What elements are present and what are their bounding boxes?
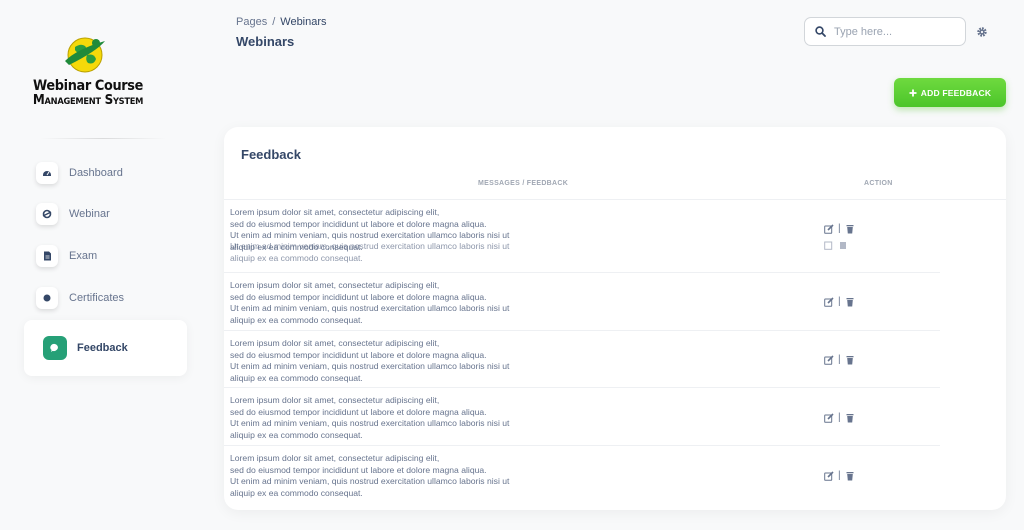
ghost-actions (824, 240, 848, 250)
globe-logo-icon (65, 37, 105, 73)
feedback-card: Feedback MESSAGES / FEEDBACK ACTION Lore… (224, 127, 1006, 510)
sidebar: Webinar Course Management System Dashboa… (0, 0, 210, 530)
row-actions: | (824, 413, 855, 423)
sidebar-item-exam[interactable]: Exam (24, 236, 187, 276)
edit-icon[interactable] (824, 297, 834, 307)
dashboard-icon (36, 162, 58, 184)
action-separator: | (838, 296, 841, 307)
action-separator: | (838, 412, 841, 423)
sidebar-item-label: Feedback (77, 342, 128, 354)
sidebar-item-label: Exam (69, 250, 98, 262)
sidebar-item-dashboard[interactable]: Dashboard (24, 153, 187, 193)
gear-icon (977, 27, 987, 37)
table-row: Lorem ipsum dolor sit amet, consectetur … (224, 200, 940, 273)
sidebar-item-label: Certificates (69, 292, 125, 304)
row-actions: | (824, 297, 855, 307)
webinar-icon (36, 203, 58, 225)
trash-icon[interactable] (845, 413, 855, 423)
add-feedback-button[interactable]: ADD FEEDBACK (894, 78, 1006, 107)
edit-icon[interactable] (824, 471, 834, 481)
breadcrumb-current: Webinars (280, 16, 327, 28)
brand-line2: Management System (32, 93, 144, 108)
card-title: Feedback (241, 147, 301, 162)
action-separator: | (838, 223, 841, 234)
row-actions: | (824, 224, 855, 234)
search-input[interactable] (834, 25, 954, 38)
sidebar-item-certificates[interactable]: Certificates (24, 278, 187, 318)
sidebar-item-webinar[interactable]: Webinar (24, 194, 187, 234)
edit-icon (824, 241, 833, 250)
feedback-message: Lorem ipsum dolor sit amet, consectetur … (230, 280, 510, 325)
plus-icon (909, 89, 917, 96)
edit-icon[interactable] (824, 224, 834, 234)
sidebar-item-feedback[interactable]: Feedback (24, 320, 187, 376)
trash-icon[interactable] (845, 471, 855, 481)
trash-icon (840, 242, 846, 249)
feedback-message: Lorem ipsum dolor sit amet, consectetur … (230, 395, 510, 440)
edit-icon[interactable] (824, 355, 834, 365)
brand-line1: Webinar Course (33, 78, 143, 94)
action-separator: | (838, 470, 841, 481)
breadcrumb-root[interactable]: Pages (236, 16, 267, 28)
ghost-message: Ut enim ad minim veniam, quis nostrud ex… (230, 241, 510, 263)
row-actions: | (824, 471, 855, 481)
trash-icon[interactable] (845, 224, 855, 234)
search-box[interactable] (804, 17, 966, 46)
sidebar-item-label: Dashboard (69, 167, 123, 179)
search-icon (815, 26, 826, 37)
sidebar-item-label: Webinar (69, 208, 110, 220)
table-row: Lorem ipsum dolor sit amet, consectetur … (224, 331, 940, 388)
edit-icon[interactable] (824, 413, 834, 423)
feedback-message: Lorem ipsum dolor sit amet, consectetur … (230, 453, 510, 498)
trash-icon[interactable] (845, 297, 855, 307)
settings-button[interactable] (976, 25, 990, 39)
row-actions: | (824, 355, 855, 365)
table-row: Lorem ipsum dolor sit amet, consectetur … (224, 446, 940, 506)
table-row: Lorem ipsum dolor sit amet, consectetur … (224, 273, 940, 331)
action-separator: | (838, 354, 841, 365)
sidebar-divider (40, 138, 166, 139)
breadcrumb: Pages / Webinars (236, 16, 327, 28)
table-row: Lorem ipsum dolor sit amet, consectetur … (224, 388, 940, 446)
add-feedback-label: ADD FEEDBACK (920, 87, 992, 98)
trash-icon[interactable] (845, 355, 855, 365)
certificate-icon (36, 287, 58, 309)
brand-logo[interactable]: Webinar Course Management System (14, 30, 162, 112)
document-icon (36, 245, 58, 267)
page-title: Webinars (236, 34, 295, 49)
column-header-messages: MESSAGES / FEEDBACK (478, 180, 569, 187)
chat-icon (43, 336, 67, 360)
column-header-action: ACTION (864, 180, 893, 187)
feedback-message: Lorem ipsum dolor sit amet, consectetur … (230, 338, 510, 383)
breadcrumb-separator: / (272, 16, 276, 28)
